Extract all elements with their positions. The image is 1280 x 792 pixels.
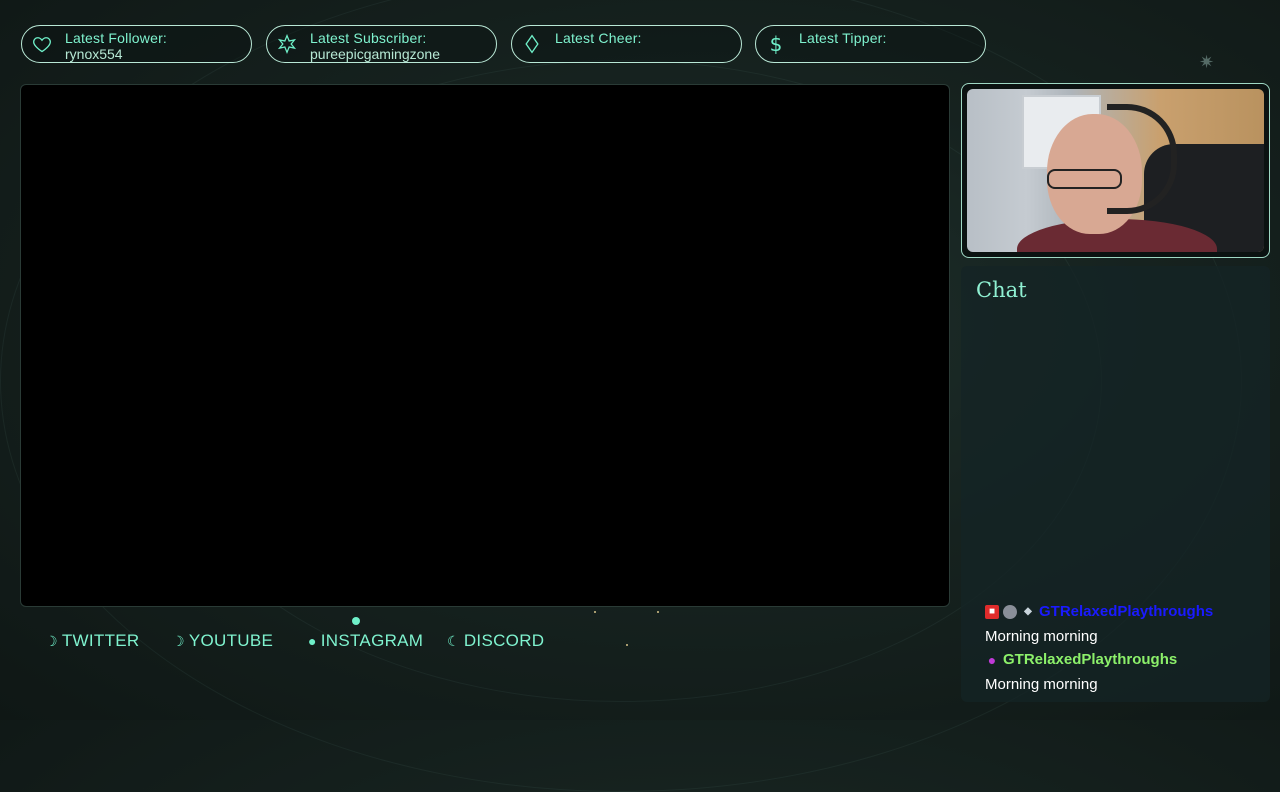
chat-message-text: Morning morning xyxy=(985,676,1098,693)
chat-panel: Chat ■ ◆ GTRelaxedPlaythroughs Morning m… xyxy=(961,266,1270,702)
game-capture-area xyxy=(20,84,950,607)
diamond-badge-icon: ◆ xyxy=(1024,605,1032,617)
social-label: TWITTER xyxy=(61,631,140,650)
chat-username[interactable]: GTRelaxedPlaythroughs xyxy=(1003,651,1177,668)
webcam-frame xyxy=(961,83,1270,258)
latest-subscriber-pill: Latest Subscriber: pureepicgamingzone xyxy=(266,25,497,63)
star-dot xyxy=(594,611,596,613)
latest-cheer-pill: Latest Cheer: xyxy=(511,25,742,63)
chat-username[interactable]: GTRelaxedPlaythroughs xyxy=(1039,603,1213,620)
full-moon-icon: ● xyxy=(308,633,317,649)
globe-badge-icon xyxy=(1003,604,1017,619)
star-dot xyxy=(657,611,659,613)
moon-icon: ☽ xyxy=(45,632,58,649)
star-dot xyxy=(626,644,628,646)
social-discord[interactable]: ☾ DISCORD xyxy=(447,631,544,651)
social-label: INSTAGRAM xyxy=(320,631,424,650)
webcam-feed xyxy=(967,89,1264,252)
camera-badge-icon: ■ xyxy=(985,604,999,619)
dollar-icon: $ xyxy=(769,32,783,56)
social-label: YOUTUBE xyxy=(188,631,274,650)
moon-icon: ☽ xyxy=(172,632,185,649)
crescent-icon: ☾ xyxy=(447,632,460,649)
alert-label: Latest Follower: xyxy=(65,30,168,46)
chat-message-text: Morning morning xyxy=(985,628,1098,645)
alert-value: rynox554 xyxy=(65,46,123,62)
alert-label: Latest Subscriber: xyxy=(310,30,427,46)
heart-icon xyxy=(32,34,52,54)
sparkle-icon: ✷ xyxy=(1199,52,1215,73)
alert-label: Latest Cheer: xyxy=(555,30,642,46)
chat-message: ● GTRelaxedPlaythroughs xyxy=(985,651,1177,668)
social-twitter[interactable]: ☽ TWITTER xyxy=(45,631,140,651)
mic-badge-icon: ● xyxy=(987,651,997,668)
alert-value: pureepicgamingzone xyxy=(310,46,440,62)
latest-tipper-pill: $ Latest Tipper: xyxy=(755,25,986,63)
social-label: DISCORD xyxy=(463,631,545,650)
alert-label: Latest Tipper: xyxy=(799,30,887,46)
diamond-icon xyxy=(522,34,542,54)
social-instagram[interactable]: ● INSTAGRAM xyxy=(308,631,423,651)
social-youtube[interactable]: ☽ YOUTUBE xyxy=(172,631,273,651)
chat-message: ■ ◆ GTRelaxedPlaythroughs xyxy=(985,603,1213,620)
social-dot-decoration xyxy=(352,617,360,625)
star-icon xyxy=(277,34,297,54)
chat-title: Chat xyxy=(976,278,1027,302)
latest-follower-pill: Latest Follower: rynox554 xyxy=(21,25,252,63)
